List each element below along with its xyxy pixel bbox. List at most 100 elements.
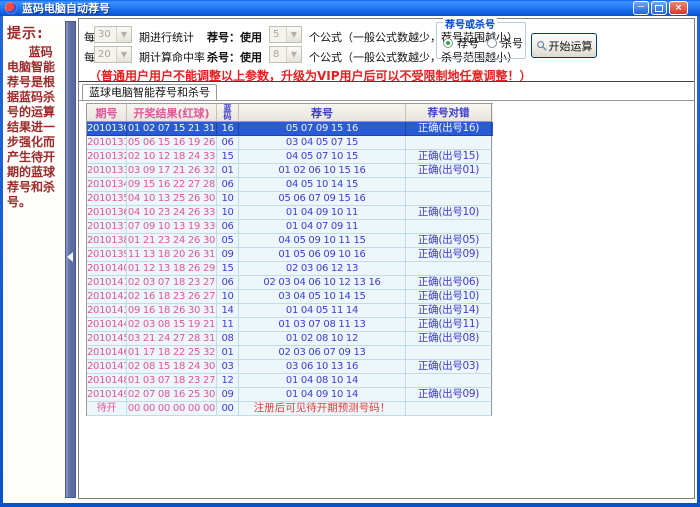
cell-rec: 注册后可见待开期预测号码！: [239, 402, 406, 416]
tab-blue-ball[interactable]: 蓝球电脑智能荐号和杀号: [82, 84, 217, 100]
cell-red: 02 08 15 18 24 30: [127, 360, 217, 374]
close-button[interactable]: ×: [669, 1, 688, 15]
header-period: 期号: [87, 104, 127, 122]
cell-rec: 03 04 05 10 14 15: [239, 290, 406, 304]
radio-recommend[interactable]: [443, 38, 453, 48]
table-row[interactable]: 201014902 07 08 16 25 300901 04 09 10 14…: [87, 388, 493, 402]
cell-rec: 04 05 10 14 15: [239, 178, 406, 192]
radio-recommend-label: 荐号: [457, 35, 479, 51]
header-result: 荐号对错: [406, 104, 492, 122]
controls-panel: 每 30 ▼ 期进行统计 荐号：使用 5 ▼ 个公式（一般公式数越少，荐号范围越…: [79, 19, 694, 82]
minimize-button[interactable]: －: [633, 1, 649, 15]
table-row[interactable]: 201014001 12 13 18 26 291502 03 06 12 13: [87, 262, 493, 276]
app-window: 蓝码电脑自动荐号 － × 提示: 蓝码电脑智能荐号是根据蓝码杀号的运算结果进一步…: [0, 0, 700, 507]
recommend-formula-value: 5: [273, 29, 279, 40]
cell-rec: 04 05 07 10 15: [239, 150, 406, 164]
results-table: 期号 开奖结果(红球) 蓝码 荐号 荐号对错 201013001 02 07 1…: [86, 103, 493, 416]
table-row[interactable]: 201013409 15 16 22 27 280604 05 10 14 15: [87, 178, 493, 192]
cell-result: [406, 374, 492, 388]
cell-rec: 01 03 07 08 11 13: [239, 318, 406, 332]
table-row[interactable]: 201014402 03 08 15 19 211101 03 07 08 11…: [87, 318, 493, 332]
table-row[interactable]: 201014309 16 18 26 30 311401 04 05 11 14…: [87, 304, 493, 318]
table-row[interactable]: 201014202 16 18 23 26 271003 04 05 10 14…: [87, 290, 493, 304]
table-row[interactable]: 201014601 17 18 22 25 320102 03 06 07 09…: [87, 346, 493, 360]
cell-blue: 15: [217, 262, 239, 276]
run-button[interactable]: 开始运算: [531, 33, 597, 58]
mode-groupbox: 荐号或杀号 荐号 杀号: [436, 22, 526, 59]
kill-use-label: 杀号：使用: [207, 49, 262, 65]
cell-result: 正确(出号09): [406, 388, 492, 402]
table-row[interactable]: 201013801 21 23 24 26 300504 05 09 10 11…: [87, 234, 493, 248]
cell-rec: 03 04 05 07 15: [239, 136, 406, 150]
panel-splitter[interactable]: [65, 21, 76, 498]
header-recommend: 荐号: [239, 104, 406, 122]
table-row[interactable]: 201014801 03 07 18 23 271201 04 08 10 14: [87, 374, 493, 388]
stat-periods-select[interactable]: 30 ▼: [94, 26, 132, 43]
cell-period: 2010138: [87, 234, 127, 248]
cell-blue: 05: [217, 234, 239, 248]
cell-result: 正确(出号03): [406, 360, 492, 374]
table-row[interactable]: 201014503 21 24 27 28 310801 02 08 10 12…: [87, 332, 493, 346]
cell-rec: 01 04 09 10 11: [239, 206, 406, 220]
cell-red: 11 13 18 20 26 31: [127, 248, 217, 262]
tips-heading: 提示:: [7, 23, 64, 43]
radio-kill-label: 杀号: [501, 35, 523, 51]
cell-result: [406, 220, 492, 234]
cell-period: 2010149: [87, 388, 127, 402]
table-row[interactable]: 待开00 00 00 00 00 0000注册后可见待开期预测号码！: [87, 402, 493, 416]
table-row[interactable]: 201013504 10 13 25 26 301005 06 07 09 15…: [87, 192, 493, 206]
cell-rec: 02 03 04 06 10 12 13 16: [239, 276, 406, 290]
cell-result: 正确(出号15): [406, 150, 492, 164]
table-row[interactable]: 201013001 02 07 15 21 311605 07 09 15 16…: [87, 122, 493, 136]
table-row[interactable]: 201013303 09 17 21 26 320101 02 06 10 15…: [87, 164, 493, 178]
cell-blue: 14: [217, 304, 239, 318]
collapse-arrow-icon[interactable]: [67, 252, 73, 262]
cell-blue: 06: [217, 276, 239, 290]
table-body: 201013001 02 07 15 21 311605 07 09 15 16…: [87, 122, 493, 416]
cell-rec: 01 02 06 10 15 16: [239, 164, 406, 178]
radio-kill[interactable]: [487, 38, 497, 48]
cell-blue: 16: [217, 122, 239, 136]
cell-red: 01 17 18 22 25 32: [127, 346, 217, 360]
hit-periods-select[interactable]: 20 ▼: [94, 46, 132, 63]
hit-periods-value: 20: [98, 49, 111, 60]
table-row[interactable]: 201014702 08 15 18 24 300303 06 10 13 16…: [87, 360, 493, 374]
cell-blue: 09: [217, 248, 239, 262]
cell-result: 正确(出号05): [406, 234, 492, 248]
cell-result: 正确(出号10): [406, 206, 492, 220]
recommend-formula-select[interactable]: 5 ▼: [269, 26, 302, 43]
restore-button[interactable]: [651, 1, 667, 15]
cell-blue: 06: [217, 178, 239, 192]
cell-period: 2010133: [87, 164, 127, 178]
table-row[interactable]: 201013911 13 18 20 26 310901 05 06 09 10…: [87, 248, 493, 262]
table-row[interactable]: 201013105 06 15 16 19 260603 04 05 07 15: [87, 136, 493, 150]
cell-result: [406, 402, 492, 416]
table-row[interactable]: 201013202 10 12 18 24 331504 05 07 10 15…: [87, 150, 493, 164]
cell-blue: 12: [217, 374, 239, 388]
cell-rec: 01 04 07 09 11: [239, 220, 406, 234]
table-row[interactable]: 201013604 10 23 24 26 331001 04 09 10 11…: [87, 206, 493, 220]
cell-blue: 06: [217, 136, 239, 150]
run-button-label: 开始运算: [549, 38, 593, 54]
cell-red: 03 09 17 21 26 32: [127, 164, 217, 178]
app-icon: [5, 2, 17, 14]
cell-rec: 03 06 10 13 16: [239, 360, 406, 374]
cell-result: [406, 136, 492, 150]
kill-formula-select[interactable]: 8 ▼: [269, 46, 302, 63]
cell-rec: 01 05 06 09 10 16: [239, 248, 406, 262]
cell-red: 02 10 12 18 24 33: [127, 150, 217, 164]
table-row[interactable]: 201013707 09 10 13 19 330601 04 07 09 11: [87, 220, 493, 234]
cell-rec: 01 04 05 11 14: [239, 304, 406, 318]
cell-red: 05 06 15 16 19 26: [127, 136, 217, 150]
cell-result: 正确(出号09): [406, 248, 492, 262]
restore-icon: [655, 5, 663, 12]
cell-red: 04 10 23 24 26 33: [127, 206, 217, 220]
cell-blue: 09: [217, 388, 239, 402]
cell-red: 01 21 23 24 26 30: [127, 234, 217, 248]
cell-rec: 02 03 06 07 09 13: [239, 346, 406, 360]
cell-result: 正确(出号01): [406, 164, 492, 178]
table-row[interactable]: 201014102 03 07 18 23 270602 03 04 06 10…: [87, 276, 493, 290]
cell-result: 正确(出号14): [406, 304, 492, 318]
cell-period: 2010147: [87, 360, 127, 374]
cell-result: 正确(出号08): [406, 332, 492, 346]
